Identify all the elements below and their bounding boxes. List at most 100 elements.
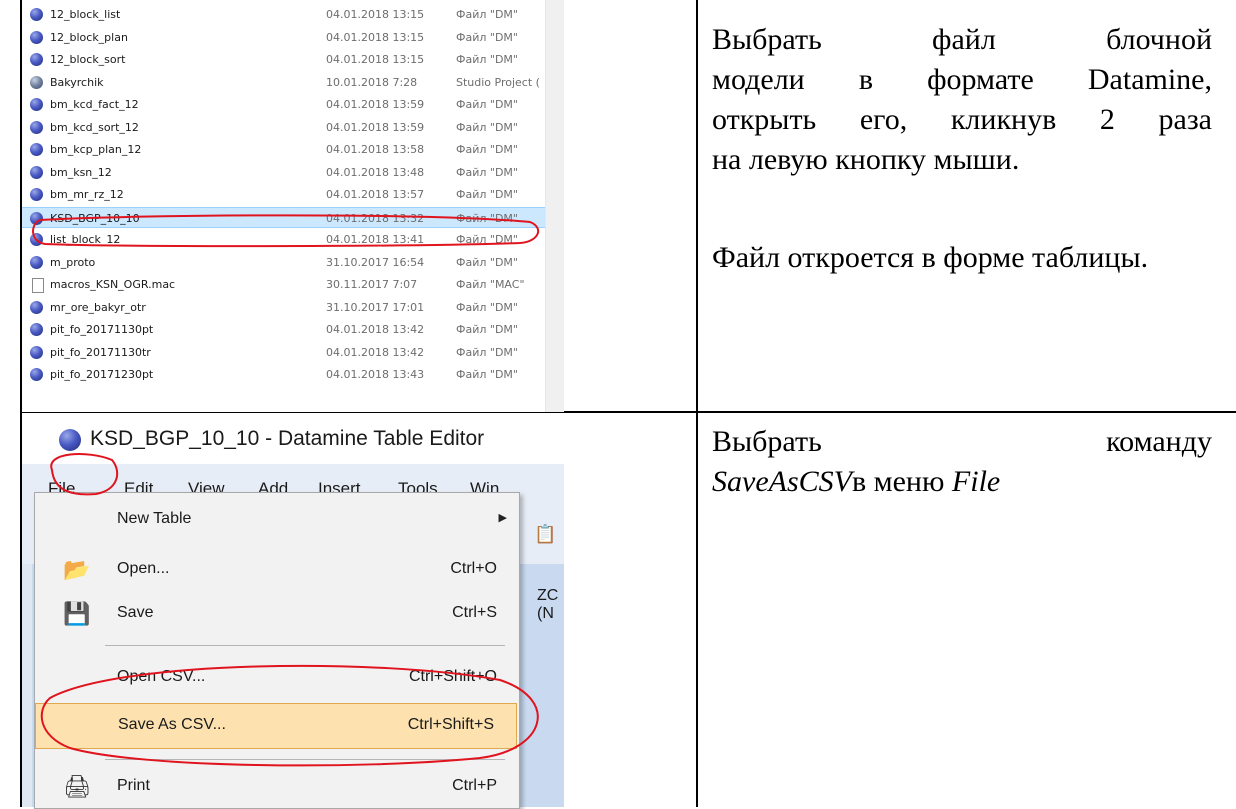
file-type: Файл "DM" — [456, 233, 518, 246]
menu-item-label: New Table — [117, 510, 192, 527]
menu-item-shortcut: Ctrl+Shift+O — [408, 668, 497, 685]
file-row[interactable]: mr_ore_bakyr_otr 31.10.2017 17:01 Файл "DM… — [22, 297, 546, 318]
file-name: m_proto — [50, 255, 96, 269]
file-row[interactable]: 12_block_list 04.01.2018 13:15 Файл "DM" — [22, 4, 546, 25]
file-date: 31.10.2017 16:54 — [326, 255, 425, 269]
file-row[interactable]: 12_block_sort 04.01.2018 13:15 Файл "DM" — [22, 49, 546, 70]
dm-file-icon — [30, 368, 43, 381]
file-type: Файл "DM" — [456, 165, 518, 179]
file-type: Файл "DM" — [456, 143, 518, 156]
menu-item-save[interactable]: 💾 Save Ctrl+S — [35, 592, 519, 636]
menu-item-shortcut: Ctrl+O — [450, 560, 497, 577]
file-row[interactable]: bm_kcp_plan_12 04.01.2018 13:58 Файл "DM" — [22, 139, 546, 160]
datamine-logo-icon — [59, 429, 81, 451]
dm-file-icon — [30, 255, 43, 269]
file-row[interactable]: list_block_12 04.01.2018 13:41 Файл "DM" — [22, 229, 546, 250]
file-type: Studio Project ( — [456, 75, 540, 89]
column-header[interactable]: ZC (N — [537, 587, 564, 623]
file-row[interactable]: 12_block_plan 04.01.2018 13:15 Файл "DM" — [22, 27, 546, 48]
file-date: 04.01.2018 13:42 — [326, 345, 425, 359]
dm-file-icon — [30, 188, 43, 201]
menu-separator — [105, 645, 505, 646]
file-row[interactable]: bm_ksn_12 04.01.2018 13:48 Файл "DM" — [22, 162, 546, 183]
file-type: Файл "DM" — [456, 30, 518, 44]
file-date: 04.01.2018 13:43 — [326, 368, 425, 381]
window-titlebar: KSD_BGP_10_10 - Datamine Table Editor — [22, 414, 564, 464]
text-fragment: в меню — [851, 465, 952, 498]
menu-item-label: Open... — [117, 560, 170, 577]
file-explorer-screenshot: 12_block_list 04.01.2018 13:15 Файл "DM" 12… — [22, 0, 564, 412]
file-name: mr_ore_bakyr_otr — [50, 300, 146, 314]
file-name: 12_block_plan — [50, 30, 128, 44]
file-row[interactable]: bm_kcd_sort_12 04.01.2018 13:59 Файл "DM" — [22, 117, 546, 138]
text-line: Выбрать команду — [712, 425, 1212, 458]
file-date: 30.11.2017 7:07 — [326, 278, 418, 291]
file-row[interactable]: bm_mr_rz_12 04.01.2018 13:57 Файл "DM" — [22, 184, 546, 205]
table-border-vertical-middle — [696, 0, 698, 807]
menu-item-print[interactable]: 🖨 Print Ctrl+P — [35, 765, 519, 809]
file-type: Файл "DM" — [456, 53, 518, 66]
file-name: bm_ksn_12 — [50, 165, 112, 179]
file-name: bm_kcd_sort_12 — [50, 120, 139, 134]
file-row[interactable]: pit_fo_20171130pt 04.01.2018 13:42 Файл "D… — [22, 319, 546, 340]
file-row-selected[interactable]: KSD_BGP_10_10 04.01.2018 13:32 Файл "DM" — [22, 206, 546, 228]
file-type: Файл "MAC" — [456, 278, 525, 291]
menu-item-save-as-csv[interactable]: Save As CSV... Ctrl+Shift+S — [35, 703, 517, 749]
dm-file-icon — [30, 120, 43, 134]
file-type: Файл "DM" — [456, 368, 518, 381]
dm-file-icon — [30, 98, 43, 111]
menu-item-label: Save As CSV... — [118, 716, 226, 733]
file-date: 04.01.2018 13:41 — [326, 233, 425, 246]
file-date: 04.01.2018 13:15 — [326, 8, 425, 21]
command-name: SaveAsCSV — [712, 465, 852, 498]
text-line: открыть его, кликнув 2 раза — [712, 103, 1212, 136]
dm-file-icon — [30, 233, 43, 246]
file-name: bm_mr_rz_12 — [50, 188, 124, 201]
submenu-arrow-icon: ▶ — [498, 512, 507, 524]
paste-icon[interactable]: 📋 — [534, 524, 556, 545]
file-name: bm_kcd_fact_12 — [50, 98, 139, 111]
file-name: pit_fo_20171130pt — [50, 323, 154, 336]
file-date: 04.01.2018 13:48 — [326, 165, 425, 179]
file-row[interactable]: Bakyrchik 10.01.2018 7:28 Studio Project ( — [22, 72, 546, 93]
menu-item-open-csv[interactable]: Open CSV... Ctrl+Shift+O — [35, 656, 519, 700]
file-name: pit_fo_20171130tr — [50, 345, 151, 359]
file-row[interactable]: bm_kcd_fact_12 04.01.2018 13:59 Файл "DM" — [22, 94, 546, 115]
file-row[interactable]: macros_KSN_OGR.mac 30.11.2017 7:07 Файл "M… — [22, 274, 546, 295]
file-name: macros_KSN_OGR.mac — [50, 278, 176, 291]
menu-item-shortcut: Ctrl+S — [452, 604, 497, 621]
file-date: 04.01.2018 13:59 — [326, 120, 425, 134]
menu-item-label: Open CSV... — [117, 668, 206, 685]
menu-name: File — [951, 465, 1001, 498]
file-date: 04.01.2018 13:59 — [326, 98, 425, 111]
menu-item-open[interactable]: 📂 Open... Ctrl+O — [35, 548, 519, 592]
dm-file-icon — [30, 323, 43, 336]
dm-file-icon — [30, 143, 43, 156]
dm-file-icon — [30, 345, 43, 359]
file-date: 31.10.2017 17:01 — [326, 300, 425, 314]
file-name: bm_kcp_plan_12 — [50, 143, 142, 156]
dm-file-icon — [30, 30, 43, 44]
file-date: 10.01.2018 7:28 — [326, 75, 418, 89]
file-date: 04.01.2018 13:15 — [326, 30, 425, 44]
file-type: Файл "DM" — [456, 120, 518, 134]
dm-file-icon — [30, 8, 43, 21]
file-row[interactable]: pit_fo_20171230pt 04.01.2018 13:43 Файл "D… — [22, 364, 546, 385]
file-row[interactable]: pit_fo_20171130tr 04.01.2018 13:42 Файл "D… — [22, 342, 546, 363]
file-type: Файл "DM" — [456, 8, 518, 21]
menu-item-label: Save — [117, 604, 154, 621]
file-date: 04.01.2018 13:15 — [326, 53, 425, 66]
menu-item-new-table[interactable]: New Table ▶ — [35, 498, 519, 542]
file-name: list_block_12 — [50, 233, 121, 246]
menu-item-label: Print — [117, 777, 150, 794]
step1-note: Файл откроется в форме таблицы. — [712, 241, 1149, 274]
vertical-scrollbar[interactable] — [545, 0, 564, 412]
file-date: 04.01.2018 13:57 — [326, 188, 425, 201]
file-type: Файл "DM" — [456, 323, 518, 336]
file-name: 12_block_list — [50, 8, 121, 21]
file-row[interactable]: m_proto 31.10.2017 16:54 Файл "DM" — [22, 252, 546, 273]
step1-instruction: Выбрать файл блочной модели в формате Da… — [712, 20, 1212, 180]
dm-file-icon — [30, 165, 43, 179]
dm-file-icon — [30, 211, 43, 225]
file-name: KSD_BGP_10_10 — [50, 211, 140, 225]
